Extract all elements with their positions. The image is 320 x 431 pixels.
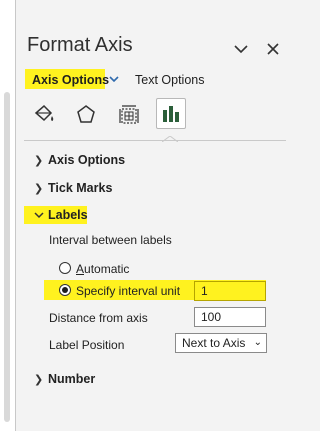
active-category-pointer bbox=[162, 136, 178, 142]
divider bbox=[24, 140, 286, 141]
automatic-radio[interactable] bbox=[59, 262, 71, 274]
axis-options-icon[interactable] bbox=[156, 98, 186, 129]
close-icon[interactable] bbox=[264, 40, 282, 58]
chevron-right-icon: ❯ bbox=[34, 183, 44, 195]
chevron-down-icon: ⌄ bbox=[253, 337, 262, 348]
section-tick-marks-label: Tick Marks bbox=[48, 181, 113, 195]
automatic-label[interactable]: Automatic bbox=[76, 262, 129, 276]
chevron-right-icon: ❯ bbox=[34, 155, 44, 167]
specify-interval-radio[interactable] bbox=[59, 284, 71, 296]
section-number-label: Number bbox=[48, 372, 96, 386]
chevron-down-icon bbox=[34, 210, 48, 222]
size-properties-icon[interactable] bbox=[114, 100, 144, 130]
section-axis-options-label: Axis Options bbox=[48, 153, 126, 167]
section-tick-marks[interactable]: ❯ Tick Marks bbox=[34, 181, 112, 195]
label-position-select[interactable]: Next to Axis ⌄ bbox=[175, 333, 267, 353]
section-number[interactable]: ❯ Number bbox=[34, 372, 95, 386]
specify-interval-label[interactable]: Specify interval unit bbox=[76, 284, 180, 298]
chevron-down-icon[interactable] bbox=[232, 40, 250, 58]
label-position-label: Label Position bbox=[49, 338, 125, 352]
pane-title: Format Axis bbox=[27, 34, 133, 56]
tab-dropdown-chevron-icon[interactable] bbox=[108, 73, 120, 85]
fill-line-icon[interactable] bbox=[29, 100, 59, 130]
tab-text-options[interactable]: Text Options bbox=[135, 73, 204, 87]
chevron-right-icon: ❯ bbox=[34, 374, 44, 386]
scrollbar[interactable] bbox=[4, 92, 10, 422]
section-labels[interactable]: Labels bbox=[34, 208, 88, 222]
section-labels-label: Labels bbox=[48, 208, 88, 222]
label-position-value: Next to Axis bbox=[182, 336, 246, 350]
distance-from-axis-input[interactable]: 100 bbox=[194, 307, 266, 327]
tab-axis-options[interactable]: Axis Options bbox=[32, 73, 109, 87]
interval-unit-input[interactable]: 1 bbox=[194, 281, 266, 301]
distance-from-axis-label: Distance from axis bbox=[49, 311, 148, 325]
format-axis-pane: Format Axis Axis Options Text Options ❯ … bbox=[17, 0, 293, 431]
section-axis-options[interactable]: ❯ Axis Options bbox=[34, 153, 125, 167]
interval-heading: Interval between labels bbox=[49, 233, 172, 247]
effects-icon[interactable] bbox=[71, 100, 101, 130]
